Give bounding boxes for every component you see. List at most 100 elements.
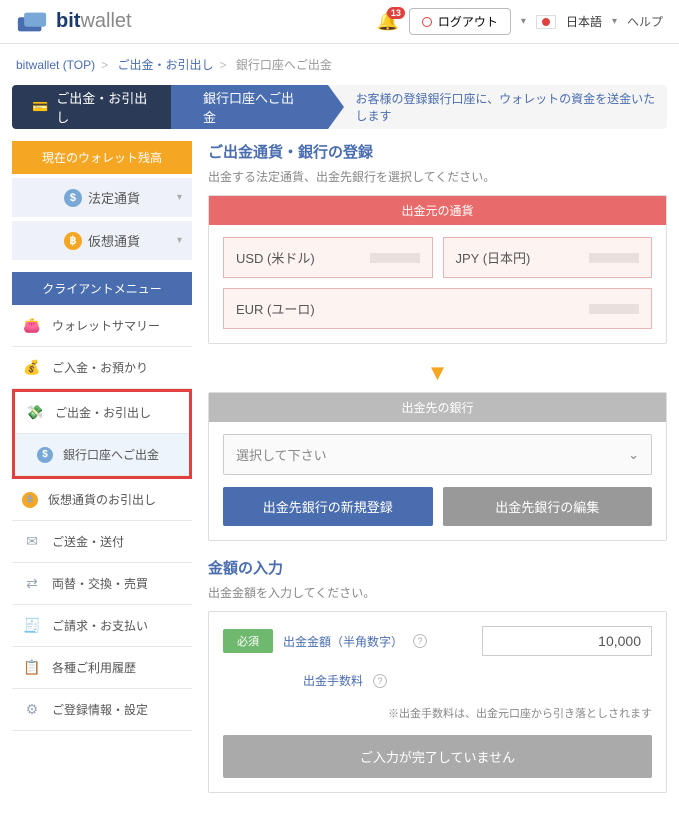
send-icon: ✉	[22, 533, 42, 550]
sidebar-item-history[interactable]: 📋 各種ご利用履歴	[12, 647, 192, 689]
wallet-icon: 👛	[22, 317, 42, 334]
sidebar-item-deposit[interactable]: 💰 ご入金・お預かり	[12, 347, 192, 389]
sidebar-item-label: 銀行口座へご出金	[63, 446, 159, 463]
invoice-icon: 🧾	[22, 617, 42, 634]
banner-section-dark: 💳 ご出金・お引出し	[12, 85, 171, 129]
source-currency-panel: 出金元の通貨 USD (米ドル) JPY (日本円) EUR (ユーロ)	[208, 195, 667, 344]
section2-sub: 出金金額を入力してください。	[208, 584, 667, 601]
edit-bank-button[interactable]: 出金先銀行の編集	[443, 487, 653, 526]
sidebar-item-exchange[interactable]: ⇄ 両替・交換・売買	[12, 563, 192, 605]
section1-title: ご出金通貨・銀行の登録	[208, 141, 667, 162]
sidebar-item-label: ご送金・送付	[52, 533, 124, 550]
header-right: 🔔13 ログアウト ▾ 日本語 ▾ ヘルプ	[376, 8, 663, 35]
sidebar-item-label: ご入金・お預かり	[52, 359, 148, 376]
logo-text: bitwallet	[56, 10, 132, 33]
sidebar-item-label: ウォレットサマリー	[52, 317, 160, 334]
submit-button-disabled: ご入力が完了していません	[223, 735, 652, 778]
banner-description: お客様の登録銀行口座に、ウォレットの資金を送金いたします	[328, 90, 668, 124]
required-badge: 必須	[223, 629, 273, 653]
lang-label[interactable]: 日本語	[566, 13, 602, 30]
sidebar-item-withdraw[interactable]: 💸 ご出金・お引出し	[15, 392, 189, 434]
breadcrumb-l2: 銀行口座へご出金	[236, 58, 332, 72]
dest-bank-panel: 出金先の銀行 選択して下さい ⌄ 出金先銀行の新規登録 出金先銀行の編集	[208, 392, 667, 541]
client-menu-title: クライアントメニュー	[12, 272, 192, 305]
fiat-label: 法定通貨	[88, 188, 140, 207]
sidebar-item-send[interactable]: ✉ ご送金・送付	[12, 521, 192, 563]
help-icon[interactable]: ?	[373, 674, 387, 688]
logo[interactable]: bitwallet	[16, 10, 132, 33]
banner-dark-label: ご出金・お引出し	[56, 88, 151, 126]
history-icon: 📋	[22, 659, 42, 676]
sidebar-item-label: ご出金・お引出し	[55, 404, 151, 421]
balance-title: 現在のウォレット残高	[12, 141, 192, 174]
currency-usd[interactable]: USD (米ドル)	[223, 237, 433, 278]
breadcrumb-l1[interactable]: ご出金・お引出し	[118, 58, 214, 72]
bitcoin-icon: ฿	[64, 232, 82, 250]
source-currency-header: 出金元の通貨	[209, 196, 666, 225]
sidebar-item-summary[interactable]: 👛 ウォレットサマリー	[12, 305, 192, 347]
fee-label: 出金手数料	[303, 672, 363, 689]
crypto-label: 仮想通貨	[88, 231, 140, 250]
exchange-icon: ⇄	[22, 575, 42, 592]
arrow-down-icon: ▼	[208, 360, 667, 386]
sidebar-item-label: 各種ご利用履歴	[52, 659, 136, 676]
banner-section-blue: 銀行口座へご出金	[171, 85, 328, 129]
sidebar-item-label: 両替・交換・売買	[52, 575, 148, 592]
amount-input[interactable]	[482, 626, 652, 656]
chevron-down-icon[interactable]: ▾	[612, 16, 617, 27]
sidebar-item-label: 仮想通貨のお引出し	[48, 491, 156, 508]
sidebar-item-settings[interactable]: ⚙ ご登録情報・設定	[12, 689, 192, 731]
section2-title: 金額の入力	[208, 557, 667, 578]
notification-bell-icon[interactable]: 🔔13	[376, 11, 398, 32]
breadcrumb: bitwallet (TOP)> ご出金・お引出し> 銀行口座へご出金	[0, 44, 679, 85]
sidebar-item-label: ご登録情報・設定	[52, 701, 148, 718]
sidebar-crypto[interactable]: ฿ 仮想通貨 ▾	[12, 221, 192, 260]
chevron-down-icon[interactable]: ▾	[521, 16, 526, 27]
currency-eur[interactable]: EUR (ユーロ)	[223, 288, 652, 329]
highlighted-section: 💸 ご出金・お引出し $ 銀行口座へご出金	[12, 389, 192, 479]
bitcoin-icon: ฿	[22, 492, 38, 508]
sidebar-item-withdraw-crypto[interactable]: ฿ 仮想通貨のお引出し	[12, 479, 192, 521]
currency-jpy[interactable]: JPY (日本円)	[443, 237, 653, 278]
amount-label: 出金金額（半角数字）	[283, 633, 403, 650]
logout-label: ログアウト	[438, 13, 498, 30]
notif-badge: 13	[387, 7, 405, 19]
page-banner: 💳 ご出金・お引出し 銀行口座へご出金 お客様の登録銀行口座に、ウォレットの資金…	[12, 85, 667, 129]
dest-bank-header: 出金先の銀行	[209, 393, 666, 422]
banner-blue-label: 銀行口座へご出金	[203, 88, 300, 126]
main-content: ご出金通貨・銀行の登録 出金する法定通貨、出金先銀行を選択してください。 出金元…	[208, 141, 667, 809]
help-link[interactable]: ヘルプ	[627, 13, 663, 30]
balance-placeholder	[589, 304, 639, 314]
section1-sub: 出金する法定通貨、出金先銀行を選択してください。	[208, 168, 667, 185]
select-placeholder: 選択して下さい	[236, 445, 327, 464]
balance-placeholder	[589, 253, 639, 263]
header: bitwallet 🔔13 ログアウト ▾ 日本語 ▾ ヘルプ	[0, 0, 679, 44]
sidebar-fiat[interactable]: $ 法定通貨 ▾	[12, 178, 192, 217]
chevron-down-icon: ▾	[177, 235, 182, 246]
gear-icon: ⚙	[22, 701, 42, 718]
logout-button[interactable]: ログアウト	[409, 8, 511, 35]
currency-label: JPY (日本円)	[456, 248, 531, 267]
dollar-icon: $	[37, 447, 53, 463]
amount-row: 必須 出金金額（半角数字） ?	[223, 626, 652, 656]
sidebar: 現在のウォレット残高 $ 法定通貨 ▾ ฿ 仮想通貨 ▾ クライアントメニュー …	[12, 141, 192, 731]
withdraw-icon: 💸	[25, 404, 45, 421]
breadcrumb-top[interactable]: bitwallet (TOP)	[16, 58, 95, 72]
sidebar-item-invoice[interactable]: 🧾ご請求・お支払い	[12, 605, 192, 647]
logo-icon	[16, 11, 48, 33]
currency-label: EUR (ユーロ)	[236, 299, 315, 318]
amount-panel: 必須 出金金額（半角数字） ? 出金手数料 ? ※出金手数料は、出金元口座から引…	[208, 611, 667, 793]
sidebar-item-withdraw-bank[interactable]: $ 銀行口座へご出金	[15, 434, 189, 476]
register-bank-button[interactable]: 出金先銀行の新規登録	[223, 487, 433, 526]
chevron-down-icon: ⌄	[628, 447, 639, 463]
deposit-icon: 💰	[22, 359, 42, 376]
wallet-out-icon: 💳	[32, 99, 48, 115]
power-icon	[422, 17, 432, 27]
help-icon[interactable]: ?	[413, 634, 427, 648]
balance-placeholder	[370, 253, 420, 263]
dollar-icon: $	[64, 189, 82, 207]
currency-label: USD (米ドル)	[236, 248, 315, 267]
bank-select[interactable]: 選択して下さい ⌄	[223, 434, 652, 475]
chevron-down-icon: ▾	[177, 192, 182, 203]
flag-jp-icon[interactable]	[536, 15, 556, 29]
